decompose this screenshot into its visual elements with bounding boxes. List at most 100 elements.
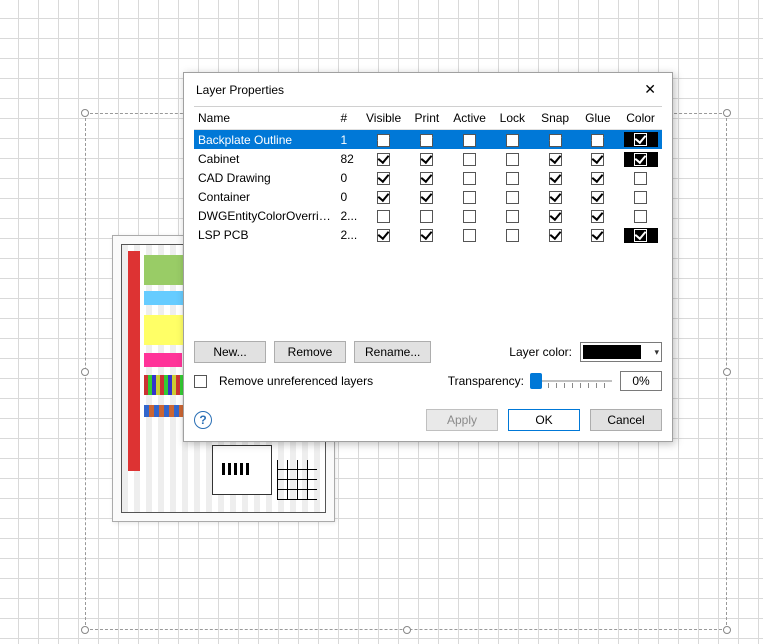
help-icon[interactable]: ? — [194, 411, 212, 429]
col-visible[interactable]: Visible — [362, 107, 406, 130]
transparency-slider[interactable] — [532, 372, 612, 390]
checkbox[interactable] — [377, 191, 390, 204]
checkbox[interactable] — [463, 172, 476, 185]
col-lock[interactable]: Lock — [491, 107, 534, 130]
checkbox[interactable] — [420, 134, 433, 147]
selection-handle[interactable] — [403, 626, 411, 634]
checkbox[interactable] — [377, 229, 390, 242]
layer-count: 1 — [336, 130, 361, 150]
rename-button[interactable]: Rename... — [354, 341, 431, 363]
dialog-controls-row1: New... Remove Rename... Layer color: ▾ — [184, 333, 672, 367]
checkbox[interactable] — [377, 153, 390, 166]
checkbox[interactable] — [420, 153, 433, 166]
table-row[interactable]: LSP PCB2... — [194, 226, 662, 245]
checkbox[interactable] — [420, 229, 433, 242]
close-icon[interactable]: ✕ — [638, 79, 662, 100]
checkbox[interactable] — [506, 153, 519, 166]
checkbox[interactable] — [506, 229, 519, 242]
dialog-titlebar[interactable]: Layer Properties ✕ — [184, 73, 672, 106]
layer-count: 0 — [336, 188, 361, 207]
remove-button[interactable]: Remove — [274, 341, 346, 363]
checkbox[interactable] — [591, 191, 604, 204]
checkbox[interactable] — [463, 134, 476, 147]
checkbox[interactable] — [463, 229, 476, 242]
checkbox[interactable] — [506, 191, 519, 204]
color-swatch[interactable] — [634, 172, 647, 185]
checkbox[interactable] — [463, 210, 476, 223]
checkbox[interactable] — [377, 172, 390, 185]
layer-name: CAD Drawing — [194, 169, 336, 188]
table-row[interactable]: Backplate Outline1 — [194, 130, 662, 150]
checkbox[interactable] — [591, 134, 604, 147]
checkbox[interactable] — [549, 153, 562, 166]
cancel-button[interactable]: Cancel — [590, 409, 662, 431]
col-snap[interactable]: Snap — [534, 107, 577, 130]
col-color[interactable]: Color — [619, 107, 662, 130]
layer-color-label: Layer color: — [509, 345, 572, 359]
layer-count: 2... — [336, 207, 361, 226]
checkbox[interactable] — [463, 191, 476, 204]
layer-color-combo[interactable]: ▾ — [580, 342, 662, 362]
checkbox[interactable] — [549, 172, 562, 185]
checkbox[interactable] — [420, 172, 433, 185]
table-row[interactable]: Cabinet82 — [194, 149, 662, 168]
checkbox[interactable] — [420, 210, 433, 223]
dialog-title: Layer Properties — [196, 83, 284, 97]
checkbox[interactable] — [506, 210, 519, 223]
col-print[interactable]: Print — [406, 107, 449, 130]
selection-handle[interactable] — [81, 368, 89, 376]
table-row[interactable]: CAD Drawing0 — [194, 169, 662, 188]
transparency-label: Transparency: — [448, 374, 524, 388]
apply-button[interactable]: Apply — [426, 409, 498, 431]
checkbox[interactable] — [591, 229, 604, 242]
remove-unreferenced-label: Remove unreferenced layers — [219, 374, 373, 388]
selection-handle[interactable] — [723, 368, 731, 376]
color-swatch[interactable] — [634, 210, 647, 223]
transparency-value[interactable]: 0% — [620, 371, 662, 391]
selection-handle[interactable] — [723, 109, 731, 117]
selection-handle[interactable] — [81, 109, 89, 117]
col-name[interactable]: Name — [194, 107, 336, 130]
checkbox[interactable] — [591, 172, 604, 185]
layer-properties-dialog: Layer Properties ✕ Name # Visible Print … — [183, 72, 673, 442]
checkbox[interactable] — [463, 153, 476, 166]
checkbox[interactable] — [549, 191, 562, 204]
remove-unreferenced-checkbox[interactable] — [194, 375, 207, 388]
checkbox[interactable] — [506, 134, 519, 147]
layer-count: 0 — [336, 169, 361, 188]
chevron-down-icon: ▾ — [654, 347, 659, 358]
table-header-row: Name # Visible Print Active Lock Snap Gl… — [194, 107, 662, 130]
checkbox[interactable] — [506, 172, 519, 185]
checkbox[interactable] — [591, 210, 604, 223]
checkbox[interactable] — [549, 229, 562, 242]
table-row[interactable]: Container0 — [194, 188, 662, 207]
col-count[interactable]: # — [336, 107, 361, 130]
layer-name: LSP PCB — [194, 226, 336, 245]
layer-name: Cabinet — [194, 149, 336, 168]
checkbox[interactable] — [591, 153, 604, 166]
color-swatch[interactable] — [624, 132, 658, 147]
checkbox[interactable] — [549, 210, 562, 223]
slider-thumb[interactable] — [530, 373, 542, 389]
layer-name: Container — [194, 188, 336, 207]
ok-button[interactable]: OK — [508, 409, 580, 431]
color-swatch[interactable] — [624, 228, 658, 243]
table-row[interactable]: DWGEntityColorOverrideL...2... — [194, 207, 662, 226]
layers-table: Name # Visible Print Active Lock Snap Gl… — [194, 106, 662, 333]
selection-handle[interactable] — [81, 626, 89, 634]
checkbox[interactable] — [420, 191, 433, 204]
col-glue[interactable]: Glue — [576, 107, 619, 130]
dialog-controls-row2: Remove unreferenced layers Transparency:… — [184, 367, 672, 399]
checkbox[interactable] — [377, 134, 390, 147]
checkbox[interactable] — [377, 210, 390, 223]
col-active[interactable]: Active — [448, 107, 491, 130]
color-swatch[interactable] — [634, 191, 647, 204]
color-swatch[interactable] — [624, 152, 658, 167]
selection-handle[interactable] — [723, 626, 731, 634]
new-button[interactable]: New... — [194, 341, 266, 363]
layer-color-swatch — [583, 345, 641, 359]
layer-count: 2... — [336, 226, 361, 245]
dialog-footer: ? Apply OK Cancel — [184, 399, 672, 441]
checkbox[interactable] — [549, 134, 562, 147]
layer-name: DWGEntityColorOverrideL... — [194, 207, 336, 226]
